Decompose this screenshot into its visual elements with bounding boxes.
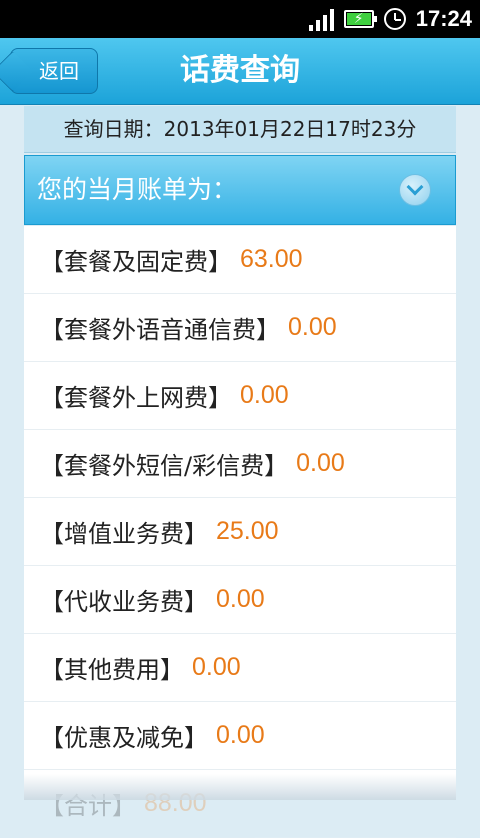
bill-item-label: 【套餐及固定费】 [40, 248, 232, 276]
bill-item-amount: 0.00 [288, 313, 337, 341]
status-icons: ⚡ 17:24 [308, 0, 472, 38]
bill-item-package-fixed: 【套餐及固定费】 63.00 [24, 226, 456, 294]
bill-item-amount: 63.00 [240, 245, 303, 273]
bill-item-label: 【套餐外语音通信费】 [40, 316, 280, 344]
bill-item-amount: 0.00 [240, 381, 289, 409]
bill-item-sms-mms: 【套餐外短信/彩信费】 0.00 [24, 430, 456, 498]
bill-list: 【套餐及固定费】 63.00 【套餐外语音通信费】 0.00 【套餐外上网费】 … [24, 226, 456, 838]
bill-item-discount: 【优惠及减免】 0.00 [24, 702, 456, 770]
bill-item-data: 【套餐外上网费】 0.00 [24, 362, 456, 430]
bill-item-label: 【套餐外上网费】 [40, 384, 232, 412]
chevron-down-icon[interactable] [399, 174, 431, 206]
bill-item-amount: 0.00 [216, 721, 265, 749]
title-bar: 话费查询 返回 [0, 38, 480, 105]
alarm-icon [383, 8, 406, 30]
bill-item-voice: 【套餐外语音通信费】 0.00 [24, 294, 456, 362]
status-bar: ⚡ 17:24 [0, 0, 480, 38]
bill-item-amount: 25.00 [216, 517, 279, 545]
back-button[interactable]: 返回 [10, 48, 98, 94]
scroll-fade [24, 774, 456, 800]
bill-item-label: 【增值业务费】 [40, 520, 208, 548]
bill-item-label: 【套餐外短信/彩信费】 [40, 452, 289, 480]
bill-item-amount: 0.00 [216, 585, 265, 613]
bill-item-amount: 0.00 [296, 449, 345, 477]
bill-header[interactable]: 您的当月账单为： [24, 155, 456, 225]
bill-item-label: 【代收业务费】 [40, 588, 208, 616]
bill-item-amount: 0.00 [192, 653, 241, 681]
bill-item-label: 【优惠及减免】 [40, 724, 208, 752]
battery-charging-icon: ⚡ [343, 10, 377, 28]
bill-header-label: 您的当月账单为： [37, 175, 238, 204]
bill-item-other: 【其他费用】 0.00 [24, 634, 456, 702]
signal-icon [308, 7, 334, 31]
status-time: 17:24 [415, 6, 472, 31]
bill-item-collection: 【代收业务费】 0.00 [24, 566, 456, 634]
back-button-label: 返回 [39, 59, 79, 83]
bill-item-label: 【其他费用】 [40, 656, 184, 684]
bill-item-value-added: 【增值业务费】 25.00 [24, 498, 456, 566]
query-date: 查询日期：2013年01月22日17时23分 [24, 106, 456, 153]
